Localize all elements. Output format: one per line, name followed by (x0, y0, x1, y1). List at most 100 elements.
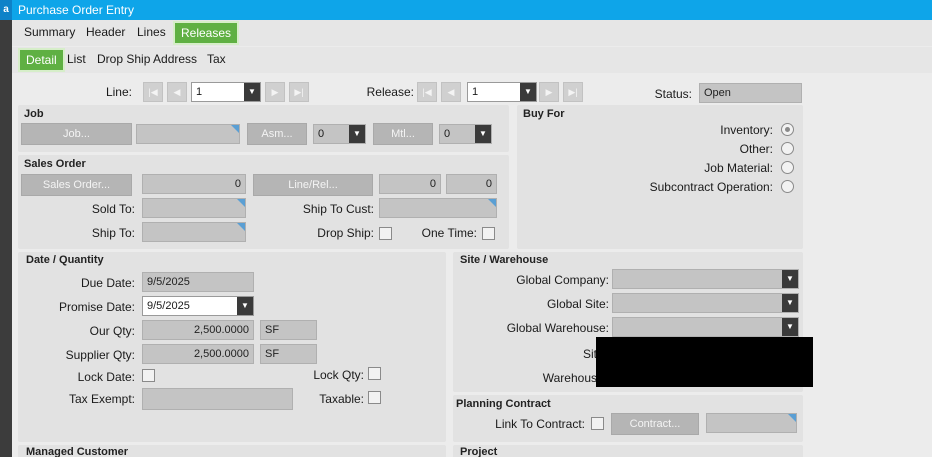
chevron-down-icon[interactable]: ▼ (237, 297, 253, 315)
line-prev-button[interactable]: ◀ (167, 82, 187, 102)
sales-order-field[interactable]: 0 (142, 174, 246, 194)
release-value: 1 (472, 86, 479, 98)
sales-order-title: Sales Order (24, 158, 86, 170)
line-rel-button[interactable]: Line/Rel... (253, 174, 373, 196)
line-last-button[interactable]: ▶| (289, 82, 309, 102)
one-time-checkbox[interactable] (482, 227, 495, 240)
supplier-qty-label: Supplier Qty: (65, 348, 135, 362)
sales-order-button[interactable]: Sales Order... (21, 174, 132, 196)
site-warehouse-title: Site / Warehouse (460, 254, 549, 266)
lock-qty-label: Lock Qty: (313, 368, 364, 382)
taxable-checkbox[interactable] (368, 391, 381, 404)
ship-to-label: Ship To: (91, 226, 135, 240)
due-date-field[interactable]: 9/5/2025 (142, 272, 254, 292)
drop-ship-checkbox[interactable] (379, 227, 392, 240)
contract-button[interactable]: Contract... (611, 413, 699, 435)
global-site-label: Global Site: (546, 297, 609, 311)
line-combo[interactable]: 1 ▼ (191, 82, 261, 102)
last-record-icon: ▶| (294, 87, 304, 97)
inventory-radio[interactable] (781, 123, 794, 136)
asm-combo[interactable]: 0 ▼ (313, 124, 366, 144)
chevron-down-icon[interactable]: ▼ (475, 125, 491, 143)
job-button[interactable]: Job... (21, 123, 132, 145)
prev-record-icon: ◀ (447, 87, 455, 97)
chevron-down-icon[interactable]: ▼ (244, 83, 260, 101)
sub-tab-bar: Detail List Drop Ship Address Tax (12, 47, 932, 73)
status-field: Open (699, 83, 802, 103)
promise-date-combo[interactable]: 9/5/2025 ▼ (142, 296, 254, 316)
job-material-radio[interactable] (781, 161, 794, 174)
global-warehouse-combo[interactable]: ▼ (612, 317, 799, 337)
buy-for-title: Buy For (523, 108, 565, 120)
release-first-button[interactable]: |◀ (417, 82, 437, 102)
tab-lines[interactable]: Lines (137, 20, 166, 44)
global-company-label: Global Company: (516, 273, 609, 287)
line-next-button[interactable]: ▶ (265, 82, 285, 102)
lock-date-checkbox[interactable] (142, 369, 155, 382)
planning-contract-panel: Planning Contract Link To Contract: Cont… (453, 395, 803, 442)
release-prev-button[interactable]: ◀ (441, 82, 461, 102)
our-qty-uom-field[interactable]: SF (260, 320, 317, 340)
job-field[interactable] (136, 124, 240, 144)
inventory-label: Inventory: (720, 123, 773, 137)
warehouse-label: Warehous (542, 371, 597, 385)
line-first-button[interactable]: |◀ (143, 82, 163, 102)
main-tab-bar: Summary Header Lines Releases (12, 20, 932, 46)
promise-date-value: 9/5/2025 (147, 300, 190, 312)
so-line-field[interactable]: 0 (379, 174, 441, 194)
chevron-down-icon[interactable]: ▼ (782, 318, 798, 336)
supplier-qty-uom-field[interactable]: SF (260, 344, 317, 364)
tab-tax[interactable]: Tax (207, 47, 226, 71)
tab-list[interactable]: List (67, 47, 86, 71)
chevron-down-icon[interactable]: ▼ (349, 125, 365, 143)
managed-customer-title: Managed Customer (26, 446, 129, 457)
tab-detail[interactable]: Detail (18, 48, 65, 72)
asm-button[interactable]: Asm... (247, 123, 307, 145)
our-qty-field[interactable]: 2,500.0000 (142, 320, 254, 340)
contract-field[interactable] (706, 413, 797, 433)
lock-date-label: Lock Date: (77, 370, 135, 384)
global-company-combo[interactable]: ▼ (612, 269, 799, 289)
lookup-corner-icon (788, 414, 796, 422)
managed-customer-panel: Managed Customer (18, 445, 446, 457)
subcontract-operation-radio[interactable] (781, 180, 794, 193)
lookup-corner-icon (488, 199, 496, 207)
chevron-down-icon[interactable]: ▼ (782, 270, 798, 288)
other-label: Other: (739, 142, 773, 156)
tax-exempt-field[interactable] (142, 388, 293, 410)
first-record-icon: |◀ (422, 87, 432, 97)
chevron-down-icon[interactable]: ▼ (520, 83, 536, 101)
our-qty-label: Our Qty: (89, 324, 135, 338)
project-title: Project (460, 446, 498, 457)
side-indicator[interactable]: a (0, 0, 12, 20)
project-panel: Project (453, 445, 803, 457)
chevron-down-icon[interactable]: ▼ (782, 294, 798, 312)
tab-header[interactable]: Header (86, 20, 125, 44)
tax-exempt-label: Tax Exempt: (68, 392, 135, 406)
redacted-area (596, 337, 813, 387)
lock-qty-checkbox[interactable] (368, 367, 381, 380)
supplier-qty-field[interactable]: 2,500.0000 (142, 344, 254, 364)
ship-to-cust-field[interactable] (379, 198, 497, 218)
release-combo[interactable]: 1 ▼ (467, 82, 537, 102)
link-to-contract-label: Link To Contract: (495, 417, 585, 431)
mtl-combo[interactable]: 0 ▼ (439, 124, 492, 144)
left-strip: a (0, 0, 12, 457)
global-warehouse-label: Global Warehouse: (506, 321, 609, 335)
tab-releases[interactable]: Releases (173, 21, 240, 45)
sold-to-field[interactable] (142, 198, 246, 218)
buy-for-panel: Buy For Inventory: Other: Job Material: … (517, 105, 803, 249)
ship-to-field[interactable] (142, 222, 246, 242)
tab-drop-ship-address[interactable]: Drop Ship Address (97, 47, 197, 71)
other-radio[interactable] (781, 142, 794, 155)
release-last-button[interactable]: ▶| (563, 82, 583, 102)
mtl-button[interactable]: Mtl... (373, 123, 433, 145)
release-next-button[interactable]: ▶ (539, 82, 559, 102)
link-to-contract-checkbox[interactable] (591, 417, 604, 430)
line-value: 1 (196, 86, 203, 98)
date-quantity-panel: Date / Quantity Due Date: 9/5/2025 Promi… (18, 252, 446, 442)
so-rel-field[interactable]: 0 (446, 174, 497, 194)
tab-summary[interactable]: Summary (24, 20, 75, 44)
global-site-combo[interactable]: ▼ (612, 293, 799, 313)
lookup-corner-icon (231, 125, 239, 133)
